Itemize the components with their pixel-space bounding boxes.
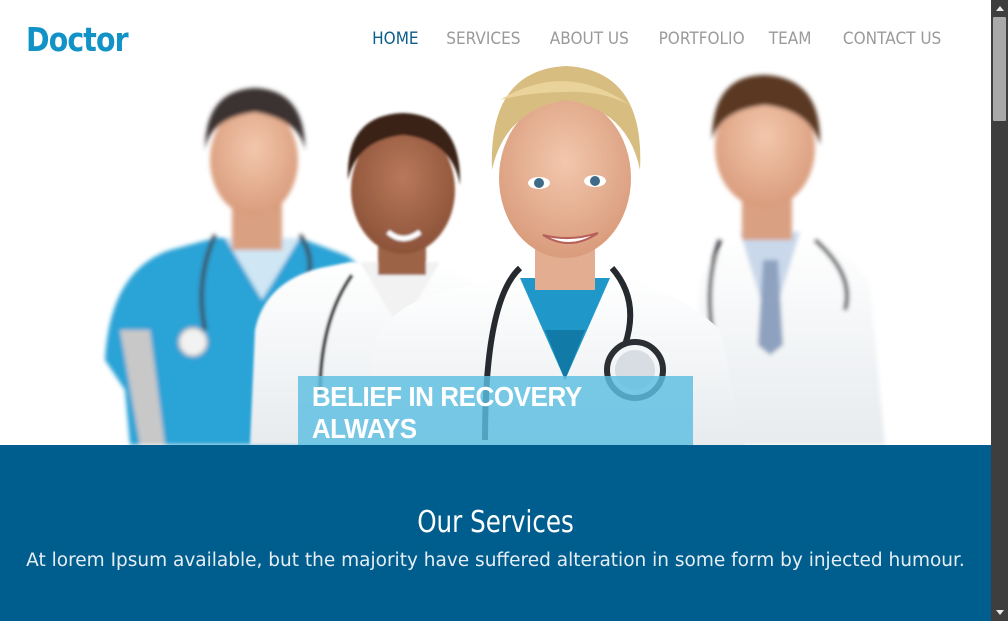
- services-subtitle: At lorem Ipsum available, but the majori…: [26, 550, 965, 571]
- nav-portfolio[interactable]: PORTFOLIO: [658, 29, 744, 49]
- site-header: Doctor HOME SERVICES ABOUT US PORTFOLIO …: [0, 0, 991, 80]
- page: BELIEF IN RECOVERY ALWAYS Doctor HOME SE…: [0, 0, 991, 621]
- nav-services[interactable]: SERVICES: [447, 29, 521, 49]
- nav-team[interactable]: TEAM: [769, 29, 812, 49]
- nav-about-us[interactable]: ABOUT US: [550, 29, 629, 49]
- nav-contact-us[interactable]: CONTACT US: [843, 29, 941, 49]
- scroll-down-arrow-icon[interactable]: [991, 604, 1008, 621]
- scroll-up-arrow-icon[interactable]: [991, 0, 1008, 17]
- vertical-scrollbar[interactable]: [991, 0, 1008, 621]
- services-title: Our Services: [417, 505, 574, 540]
- hero-tagline-banner: BELIEF IN RECOVERY ALWAYS: [298, 376, 693, 445]
- main-nav: HOME SERVICES ABOUT US PORTFOLIO TEAM CO…: [347, 29, 941, 49]
- nav-home[interactable]: HOME: [372, 29, 418, 49]
- hero-tagline: BELIEF IN RECOVERY ALWAYS: [311, 381, 582, 444]
- scrollbar-thumb[interactable]: [993, 17, 1006, 121]
- services-section: Our Services At lorem Ipsum available, b…: [0, 445, 991, 621]
- site-logo[interactable]: Doctor: [26, 20, 129, 59]
